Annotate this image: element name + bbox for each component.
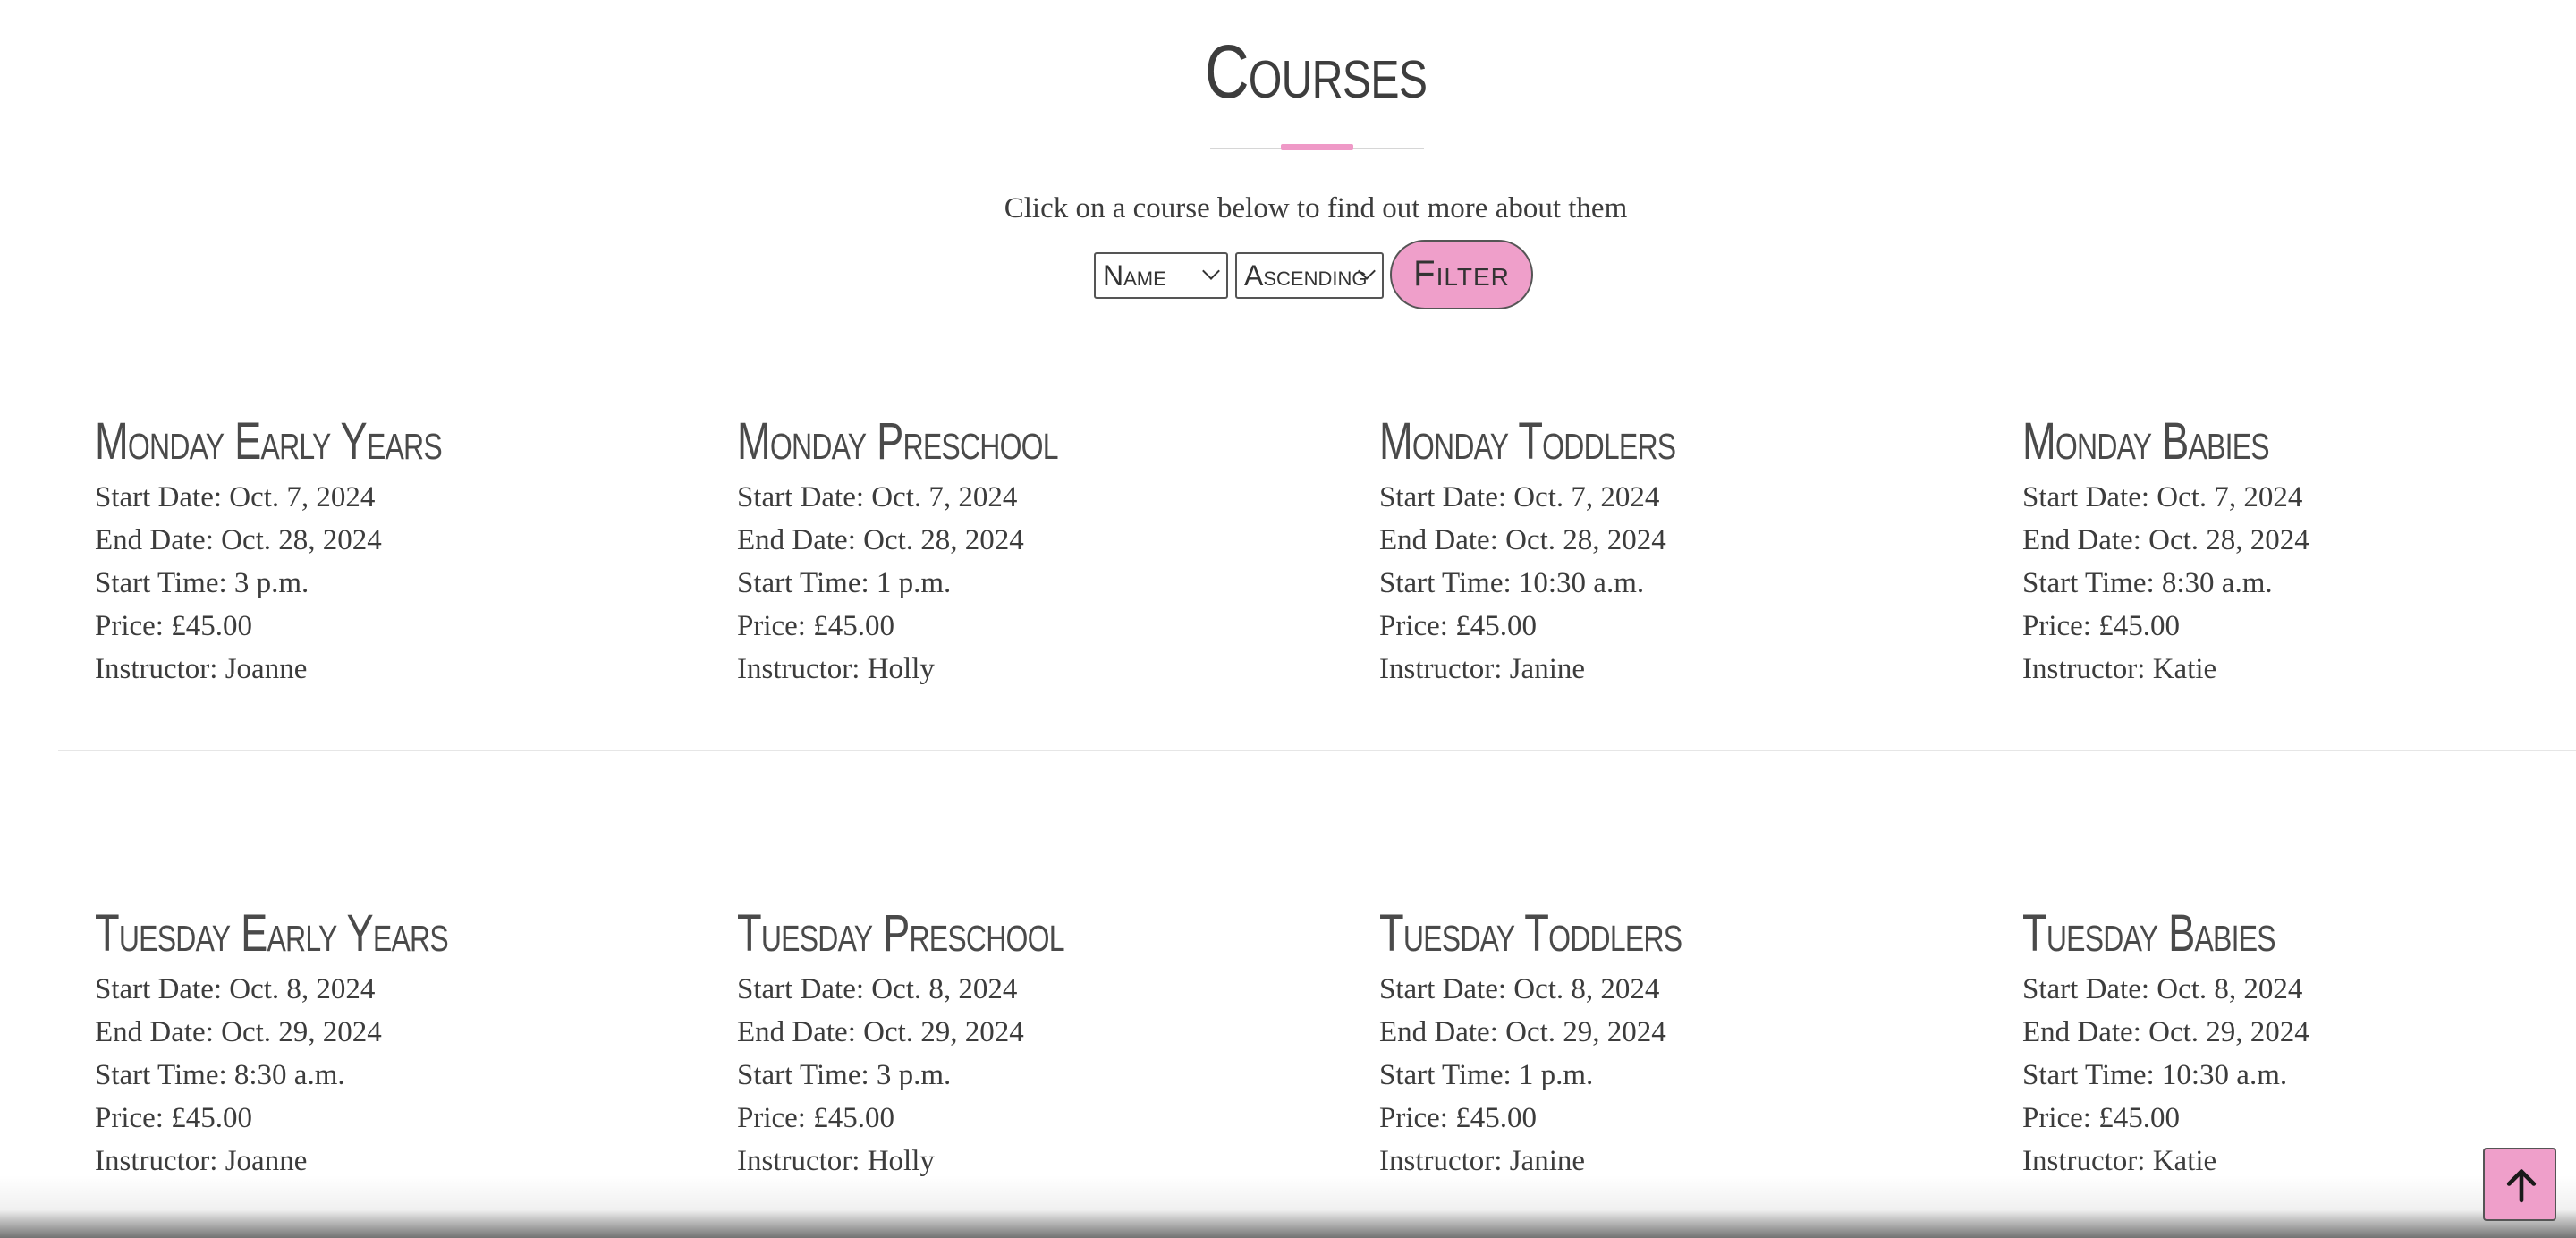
course-details: Start Date: Oct. 7, 2024 End Date: Oct. … — [1379, 476, 1916, 691]
course-start-date: Start Date: Oct. 8, 2024 — [1379, 973, 1660, 1005]
course-card[interactable]: Monday Early Years Start Date: Oct. 7, 2… — [95, 415, 631, 691]
course-start-time: Start Time: 3 p.m. — [737, 1059, 952, 1091]
course-price: Price: £45.00 — [95, 1102, 252, 1134]
course-details: Start Date: Oct. 7, 2024 End Date: Oct. … — [2022, 476, 2559, 691]
course-end-date: End Date: Oct. 28, 2024 — [737, 524, 1024, 556]
page-title: Courses — [1204, 30, 1428, 114]
course-end-date: End Date: Oct. 29, 2024 — [737, 1016, 1024, 1048]
course-start-date: Start Date: Oct. 8, 2024 — [2022, 973, 2303, 1005]
sort-field-value: Name — [1103, 259, 1166, 292]
title-accent-bar — [1281, 144, 1353, 150]
course-instructor: Instructor: Joanne — [95, 1145, 308, 1177]
course-start-date: Start Date: Oct. 7, 2024 — [95, 481, 376, 513]
course-name[interactable]: Monday Babies — [2022, 415, 2441, 469]
sort-order-select[interactable]: Ascending — [1235, 252, 1384, 299]
course-details: Start Date: Oct. 7, 2024 End Date: Oct. … — [95, 476, 631, 691]
course-instructor: Instructor: Holly — [737, 1145, 935, 1177]
course-price: Price: £45.00 — [1379, 610, 1537, 642]
course-card[interactable]: Tuesday Early Years Start Date: Oct. 8, … — [95, 907, 631, 1183]
course-end-date: End Date: Oct. 29, 2024 — [95, 1016, 382, 1048]
bottom-shadow — [0, 1175, 2576, 1238]
course-instructor: Instructor: Katie — [2022, 653, 2217, 685]
course-name[interactable]: Tuesday Toddlers — [1379, 907, 1798, 961]
course-start-date: Start Date: Oct. 8, 2024 — [95, 973, 376, 1005]
course-start-time: Start Time: 8:30 a.m. — [2022, 567, 2273, 599]
course-instructor: Instructor: Holly — [737, 653, 935, 685]
course-start-date: Start Date: Oct. 7, 2024 — [737, 481, 1018, 513]
course-price: Price: £45.00 — [95, 610, 252, 642]
course-price: Price: £45.00 — [2022, 610, 2180, 642]
row-divider — [58, 750, 2576, 751]
course-instructor: Instructor: Joanne — [95, 653, 308, 685]
course-price: Price: £45.00 — [737, 1102, 894, 1134]
course-card[interactable]: Monday Preschool Start Date: Oct. 7, 202… — [737, 415, 1274, 691]
course-start-time: Start Time: 1 p.m. — [1379, 1059, 1594, 1091]
course-start-time: Start Time: 1 p.m. — [737, 567, 952, 599]
course-name[interactable]: Monday Early Years — [95, 415, 513, 469]
course-price: Price: £45.00 — [2022, 1102, 2180, 1134]
course-card[interactable]: Tuesday Preschool Start Date: Oct. 8, 20… — [737, 907, 1274, 1183]
course-end-date: End Date: Oct. 28, 2024 — [95, 524, 382, 556]
course-price: Price: £45.00 — [737, 610, 894, 642]
sort-field-select[interactable]: Name — [1094, 252, 1228, 299]
course-instructor: Instructor: Janine — [1379, 653, 1586, 685]
course-details: Start Date: Oct. 8, 2024 End Date: Oct. … — [2022, 968, 2559, 1183]
course-name[interactable]: Monday Toddlers — [1379, 415, 1798, 469]
course-card[interactable]: Tuesday Toddlers Start Date: Oct. 8, 202… — [1379, 907, 1916, 1183]
course-end-date: End Date: Oct. 28, 2024 — [1379, 524, 1666, 556]
page-subtitle: Click on a course below to find out more… — [1004, 192, 1628, 225]
course-name[interactable]: Tuesday Preschool — [737, 907, 1156, 961]
course-end-date: End Date: Oct. 28, 2024 — [2022, 524, 2309, 556]
course-instructor: Instructor: Janine — [1379, 1145, 1586, 1177]
course-details: Start Date: Oct. 8, 2024 End Date: Oct. … — [1379, 968, 1916, 1183]
course-name[interactable]: Tuesday Babies — [2022, 907, 2441, 961]
course-card[interactable]: Tuesday Babies Start Date: Oct. 8, 2024 … — [2022, 907, 2559, 1183]
courses-page: Courses Click on a course below to find … — [0, 0, 2576, 1238]
course-card[interactable]: Monday Toddlers Start Date: Oct. 7, 2024… — [1379, 415, 1916, 691]
course-details: Start Date: Oct. 8, 2024 End Date: Oct. … — [737, 968, 1274, 1183]
course-end-date: End Date: Oct. 29, 2024 — [2022, 1016, 2309, 1048]
back-to-top-button[interactable] — [2483, 1148, 2556, 1221]
course-start-time: Start Time: 10:30 a.m. — [1379, 567, 1645, 599]
course-name[interactable]: Tuesday Early Years — [95, 907, 513, 961]
course-start-date: Start Date: Oct. 7, 2024 — [2022, 481, 2303, 513]
course-start-time: Start Time: 10:30 a.m. — [2022, 1059, 2288, 1091]
course-card[interactable]: Monday Babies Start Date: Oct. 7, 2024 E… — [2022, 415, 2559, 691]
course-details: Start Date: Oct. 7, 2024 End Date: Oct. … — [737, 476, 1274, 691]
course-details: Start Date: Oct. 8, 2024 End Date: Oct. … — [95, 968, 631, 1183]
sort-order-value: Ascending — [1244, 259, 1368, 292]
course-start-date: Start Date: Oct. 7, 2024 — [1379, 481, 1660, 513]
course-start-date: Start Date: Oct. 8, 2024 — [737, 973, 1018, 1005]
arrow-up-icon — [2506, 1169, 2537, 1203]
filter-button[interactable]: Filter — [1390, 240, 1533, 310]
course-price: Price: £45.00 — [1379, 1102, 1537, 1134]
course-start-time: Start Time: 3 p.m. — [95, 567, 309, 599]
course-start-time: Start Time: 8:30 a.m. — [95, 1059, 345, 1091]
course-name[interactable]: Monday Preschool — [737, 415, 1156, 469]
chevron-down-icon — [1202, 262, 1220, 280]
course-end-date: End Date: Oct. 29, 2024 — [1379, 1016, 1666, 1048]
course-instructor: Instructor: Katie — [2022, 1145, 2217, 1177]
